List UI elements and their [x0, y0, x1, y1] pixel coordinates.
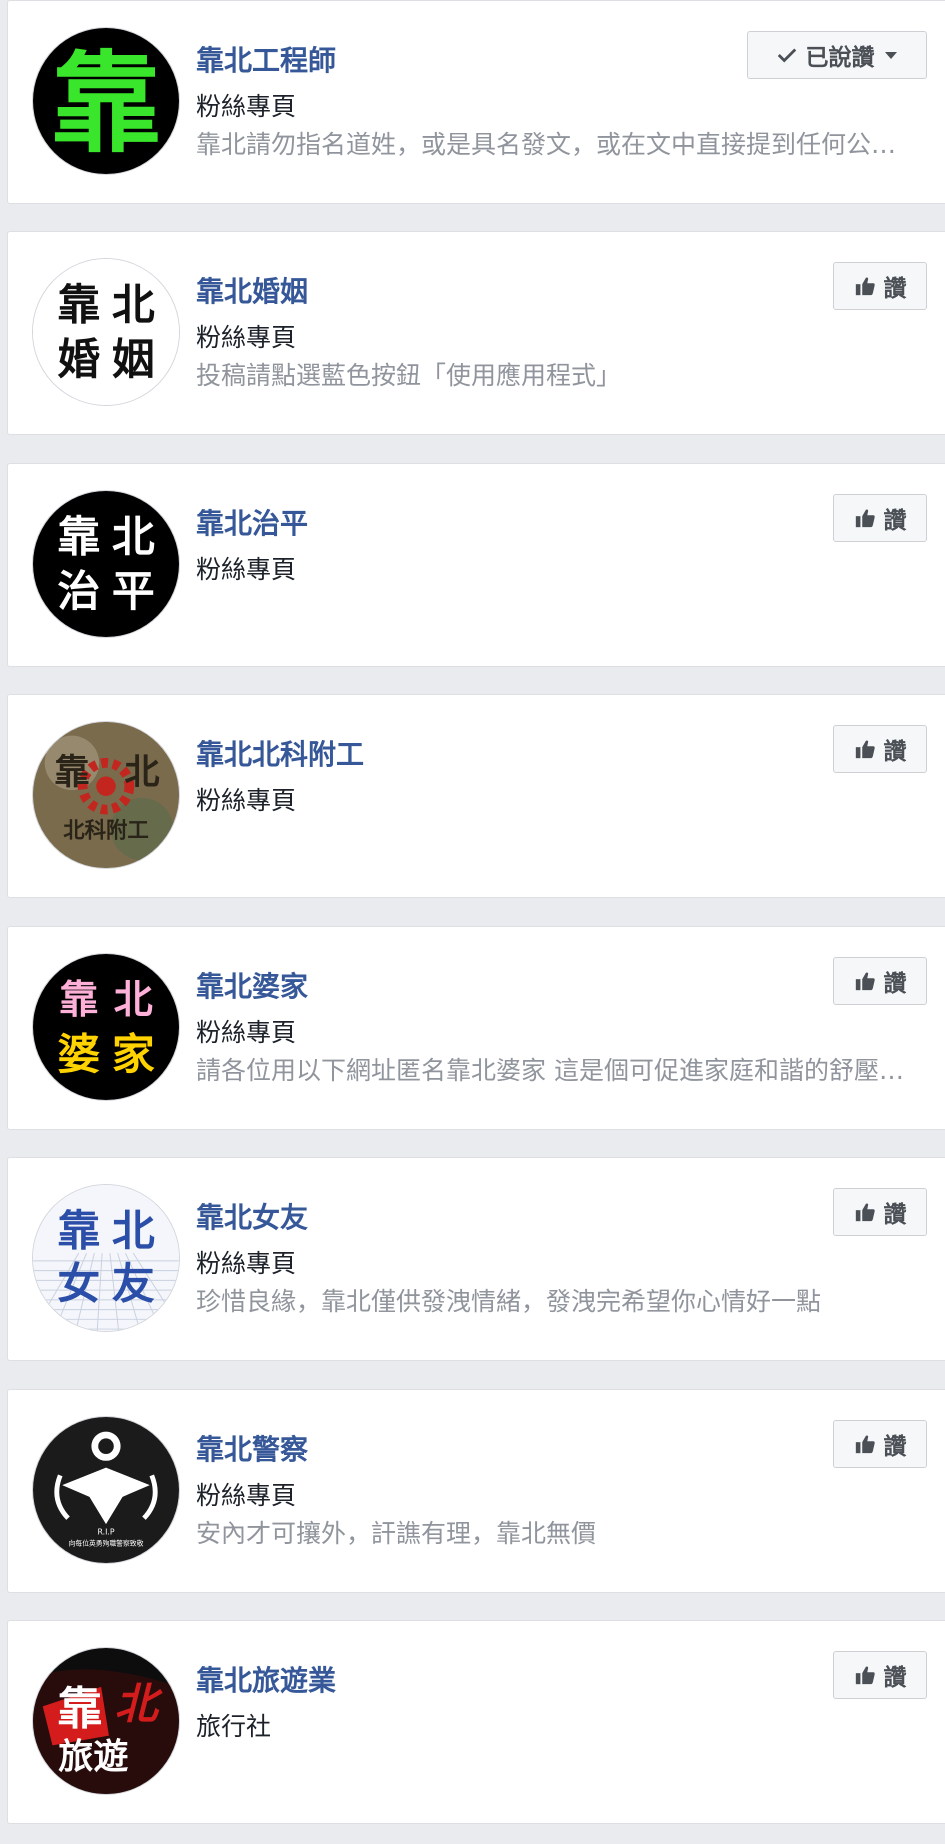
svg-text:北: 北	[112, 513, 155, 563]
svg-text:靠: 靠	[52, 40, 161, 167]
svg-text:靠: 靠	[59, 978, 98, 1023]
page-avatar-image: 靠北女友	[33, 1185, 179, 1331]
page-avatar-image: 靠北北科附工	[33, 722, 179, 868]
page-name-link[interactable]: 靠北北科附工	[196, 733, 364, 773]
page-result-card[interactable]: 靠北旅遊 靠北旅遊業 旅行社讚	[7, 1620, 945, 1824]
svg-text:靠: 靠	[57, 1682, 102, 1735]
thumbs-up-icon	[855, 1435, 875, 1454]
page-category: 粉絲專頁	[196, 1481, 297, 1510]
checkmark-icon	[777, 48, 796, 63]
page-result-card[interactable]: 靠北女友靠北女友 粉絲專頁 珍惜良緣，靠北僅供發洩情緒，發洩完希望你心情好一點讚	[7, 1157, 945, 1361]
svg-text:平: 平	[112, 567, 155, 617]
page-name-link[interactable]: 靠北警察	[196, 1428, 308, 1468]
svg-text:北科附工: 北科附工	[63, 819, 149, 844]
page-avatar[interactable]: 靠北女友	[32, 1184, 180, 1332]
like-button[interactable]: 讚	[833, 1420, 927, 1468]
like-button[interactable]: 讚	[833, 1651, 927, 1699]
page-avatar-image: 靠北治平	[33, 491, 179, 637]
page-avatar[interactable]: 靠北旅遊	[32, 1647, 180, 1795]
page-results-list: 靠靠北工程師 粉絲專頁 靠北請勿指名道姓，或是具名發文，或在文中直接提到任何公… 已說…	[0, 0, 945, 1844]
page-avatar-image: 靠北婚姻	[33, 259, 179, 405]
page-description: 珍惜良緣，靠北僅供發洩情緒，發洩完希望你心情好一點	[196, 1287, 822, 1316]
page-result-card[interactable]: R.I.P 向每位英勇殉職警察致敬 靠北警察粉絲專頁安內才可攘外，訐譙有理，靠北無價…	[7, 1389, 945, 1593]
page-category: 旅行社	[196, 1712, 272, 1741]
page-description: 請各位用以下網址匿名靠北婆家 這是個可促進家庭和諧的舒壓…	[196, 1056, 904, 1085]
thumbs-up-icon	[855, 509, 875, 528]
like-button-label: 讚	[883, 971, 907, 997]
like-button[interactable]: 讚	[833, 1188, 927, 1236]
page-avatar-image: 靠北婆家	[33, 954, 179, 1100]
page-name-link[interactable]: 靠北女友	[196, 1196, 308, 1236]
svg-text:北: 北	[114, 978, 153, 1023]
page-avatar-image: 靠	[33, 28, 179, 174]
svg-text:靠: 靠	[57, 513, 100, 563]
svg-text:北: 北	[115, 1679, 163, 1729]
like-button[interactable]: 讚	[833, 494, 927, 542]
svg-text:女: 女	[57, 1259, 100, 1309]
svg-text:婆: 婆	[57, 1030, 100, 1080]
page-category: 粉絲專頁	[196, 786, 297, 815]
thumbs-up-icon	[855, 1666, 875, 1685]
svg-text:R.I.P: R.I.P	[97, 1527, 114, 1536]
page-name-link[interactable]: 靠北治平	[196, 502, 308, 542]
thumbs-up-icon	[855, 277, 875, 296]
page-result-card[interactable]: 靠北治平靠北治平 粉絲專頁讚	[7, 463, 945, 667]
svg-text:靠: 靠	[57, 1207, 100, 1257]
like-button[interactable]: 讚	[833, 262, 927, 310]
svg-text:北: 北	[112, 1207, 155, 1257]
like-button-label: 讚	[883, 739, 907, 765]
thumbs-up-icon	[855, 740, 875, 759]
page-result-card[interactable]: 靠北北科附工 靠北北科附工 粉絲專頁讚	[7, 694, 945, 898]
page-avatar[interactable]: 靠北婚姻	[32, 258, 180, 406]
page-avatar[interactable]: R.I.P 向每位英勇殉職警察致敬	[32, 1416, 180, 1564]
svg-text:友: 友	[112, 1259, 155, 1309]
svg-text:靠: 靠	[57, 281, 100, 331]
like-button-label: 讚	[883, 508, 907, 534]
svg-text:姻: 姻	[112, 335, 155, 385]
page-category: 粉絲專頁	[196, 92, 297, 121]
page-result-card[interactable]: 靠北婆家靠北婆家 粉絲專頁 請各位用以下網址匿名靠北婆家 這是個可促進家庭和諧的舒壓…	[7, 926, 945, 1130]
page-name-link[interactable]: 靠北婆家	[196, 965, 308, 1005]
svg-text:北: 北	[124, 752, 159, 793]
svg-text:向每位英勇殉職警察致敬: 向每位英勇殉職警察致敬	[69, 1539, 144, 1548]
page-result-card[interactable]: 靠靠北工程師粉絲專頁靠北請勿指名道姓，或是具名發文，或在文中直接提到任何公… 已說…	[7, 0, 945, 204]
page-category: 粉絲專頁	[196, 555, 297, 584]
like-button-label: 已說讚	[805, 45, 875, 71]
svg-text:旅遊: 旅遊	[58, 1737, 128, 1778]
liked-button[interactable]: 已說讚	[747, 31, 927, 79]
page-description: 安內才可攘外，訐譙有理，靠北無價	[196, 1519, 597, 1548]
page-category: 粉絲專頁	[196, 1249, 297, 1278]
page-name-link[interactable]: 靠北工程師	[196, 39, 336, 79]
like-button-label: 讚	[883, 1202, 907, 1228]
thumbs-up-icon	[855, 1203, 875, 1222]
page-name-link[interactable]: 靠北婚姻	[196, 270, 308, 310]
svg-text:治: 治	[57, 567, 100, 617]
page-avatar[interactable]: 靠	[32, 27, 180, 175]
like-button-label: 讚	[883, 1665, 907, 1691]
svg-text:北: 北	[112, 281, 155, 331]
caret-down-icon[interactable]	[883, 47, 899, 63]
page-category: 粉絲專頁	[196, 323, 297, 352]
page-avatar-image: R.I.P 向每位英勇殉職警察致敬	[33, 1417, 179, 1563]
page-description: 靠北請勿指名道姓，或是具名發文，或在文中直接提到任何公…	[196, 130, 897, 159]
like-button[interactable]: 讚	[833, 957, 927, 1005]
page-avatar[interactable]: 靠北治平	[32, 490, 180, 638]
page-name-link[interactable]: 靠北旅遊業	[196, 1659, 336, 1699]
svg-text:家: 家	[112, 1030, 155, 1080]
like-button-label: 讚	[883, 1434, 907, 1460]
svg-text:靠: 靠	[54, 752, 89, 793]
page-avatar[interactable]: 靠北北科附工	[32, 721, 180, 869]
page-category: 粉絲專頁	[196, 1018, 297, 1047]
page-description: 投稿請點選藍色按鈕「使用應用程式」	[196, 361, 622, 390]
page-avatar-image: 靠北旅遊	[33, 1648, 179, 1794]
svg-text:婚: 婚	[57, 335, 100, 385]
page-result-card[interactable]: 靠北婚姻靠北婚姻 粉絲專頁 投稿請點選藍色按鈕「使用應用程式」讚	[7, 231, 945, 435]
page-avatar[interactable]: 靠北婆家	[32, 953, 180, 1101]
thumbs-up-icon	[855, 972, 875, 991]
like-button-label: 讚	[883, 276, 907, 302]
like-button[interactable]: 讚	[833, 725, 927, 773]
